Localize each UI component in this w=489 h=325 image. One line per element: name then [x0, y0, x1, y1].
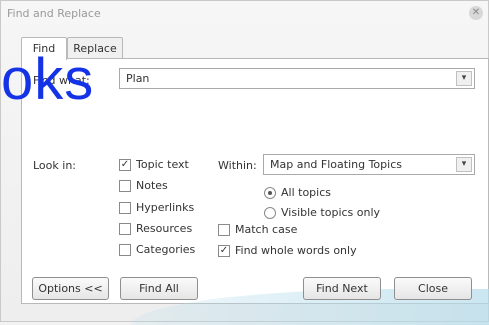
all-topics-radio[interactable] [264, 187, 276, 199]
chevron-down-icon[interactable]: ▾ [456, 71, 472, 86]
categories-checkbox[interactable] [119, 244, 131, 256]
within-value: Map and Floating Topics [270, 158, 402, 171]
match-case-label: Match case [235, 223, 298, 236]
close-icon[interactable]: ✕ [469, 6, 483, 20]
look-in-label: Look in: [33, 159, 76, 172]
visible-topics-radio[interactable] [264, 207, 276, 219]
whole-words-label: Find whole words only [235, 244, 357, 257]
resources-label: Resources [136, 222, 193, 235]
window-title: Find and Replace [7, 7, 101, 20]
visible-topics-label: Visible topics only [281, 206, 381, 219]
close-button[interactable]: Close [394, 277, 472, 300]
chevron-down-icon[interactable]: ▾ [456, 157, 472, 172]
all-topics-label: All topics [281, 186, 331, 199]
resources-checkbox[interactable] [119, 223, 131, 235]
topic-text-checkbox[interactable]: ✓ [119, 159, 131, 171]
within-label: Within: [218, 159, 257, 172]
find-replace-dialog: Find and Replace ✕ Find Replace Find wha… [0, 0, 489, 325]
find-all-button[interactable]: Find All [120, 277, 198, 300]
notes-label: Notes [136, 179, 168, 192]
notes-checkbox[interactable] [119, 180, 131, 192]
title-bar: Find and Replace ✕ [1, 1, 488, 27]
hyperlinks-label: Hyperlinks [136, 201, 195, 214]
find-next-button[interactable]: Find Next [303, 277, 381, 300]
categories-label: Categories [136, 243, 196, 256]
find-what-value: Plan [126, 72, 150, 85]
options-button[interactable]: Options << [32, 277, 109, 300]
whole-words-checkbox[interactable]: ✓ [218, 245, 230, 257]
within-combo[interactable]: Map and Floating Topics ▾ [263, 154, 475, 175]
overlay-text: oks [1, 47, 95, 112]
find-what-combo[interactable]: Plan ▾ [119, 68, 475, 89]
hyperlinks-checkbox[interactable] [119, 202, 131, 214]
match-case-checkbox[interactable] [218, 224, 230, 236]
topic-text-label: Topic text [136, 158, 189, 171]
